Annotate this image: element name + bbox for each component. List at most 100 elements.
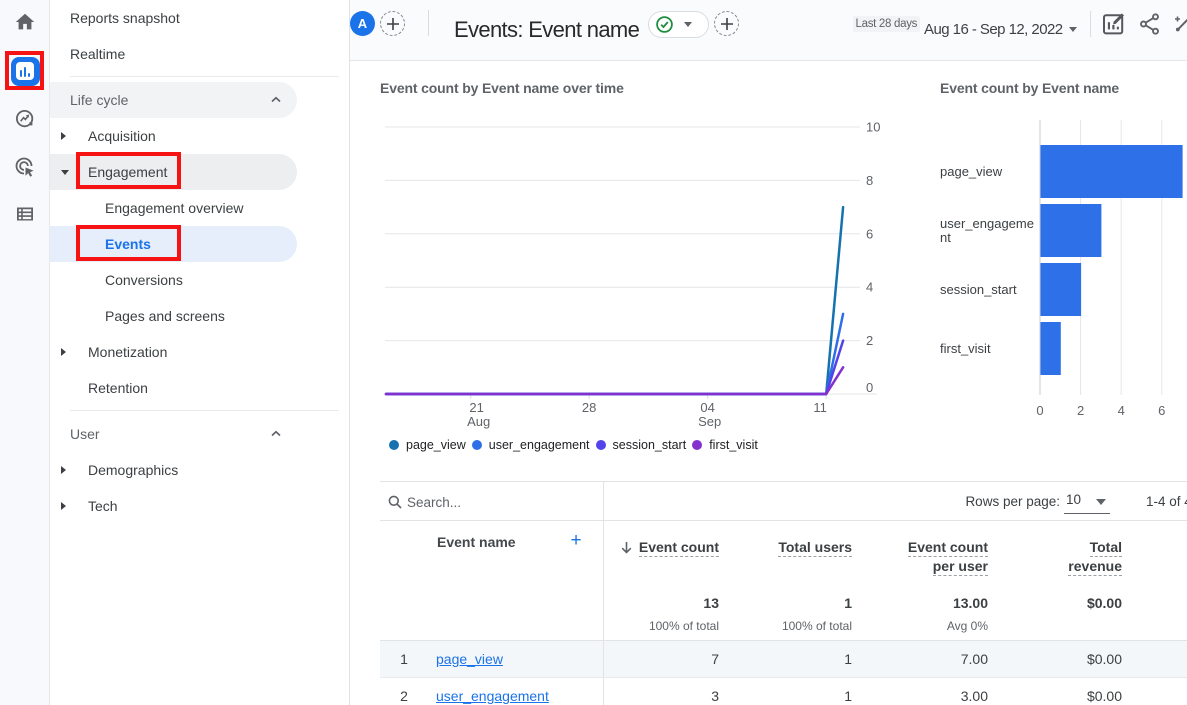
table-header: Event name + Event countTotal usersEvent…	[380, 521, 1187, 641]
sidebar-item-life-cycle[interactable]: Life cycle	[50, 82, 297, 118]
report-status-button[interactable]	[648, 11, 709, 38]
sidebar-item-acquisition[interactable]: Acquisition	[50, 118, 349, 154]
svg-text:11: 11	[813, 400, 827, 415]
svg-text:2: 2	[866, 333, 873, 348]
sidebar-item-monetization[interactable]: Monetization	[50, 334, 349, 370]
sidebar-item-label: Conversions	[50, 272, 183, 288]
bar-label-page_view: page_view	[940, 145, 1034, 198]
table-row-user_engagement: 2user_engagement313.00$0.00	[380, 678, 1187, 705]
line-chart-title: Event count by Event name over time	[380, 80, 624, 96]
sidebar-item-engagement-overview[interactable]: Engagement overview	[50, 190, 349, 226]
cell-value: $0.00	[962, 641, 1122, 678]
event-name-link[interactable]: page_view	[436, 641, 503, 678]
svg-text:6: 6	[1158, 403, 1165, 418]
insights-button[interactable]	[1174, 12, 1187, 36]
triangle-right-icon[interactable]	[61, 466, 66, 474]
bar-label-user_engagement: user_engagement	[940, 204, 1034, 257]
comparison-avatar[interactable]: A	[350, 11, 375, 36]
nav-home-button[interactable]	[0, 2, 50, 42]
svg-text:2: 2	[1077, 403, 1084, 418]
legend-dot	[389, 440, 399, 450]
table-column-divider	[603, 482, 604, 705]
legend-item-page_view: page_view	[389, 438, 466, 452]
nav-library-button[interactable]	[0, 194, 50, 234]
triangle-right-icon[interactable]	[61, 348, 66, 356]
triangle-down-icon[interactable]	[61, 170, 69, 175]
column-header-event-name[interactable]: Event name	[437, 534, 516, 550]
triangle-right-icon[interactable]	[61, 132, 66, 140]
legend-label: user_engagement	[489, 438, 590, 452]
page-title: Events: Event name	[454, 0, 639, 61]
add-report-button[interactable]	[714, 11, 739, 36]
sidebar-item-user[interactable]: User	[50, 416, 349, 452]
header-divider-2	[1090, 11, 1091, 37]
table-row-page_view: 1page_view717.00$0.00	[380, 641, 1187, 678]
advertising-icon	[14, 156, 36, 178]
svg-text:Aug: Aug	[467, 414, 490, 429]
add-comparison-button[interactable]	[380, 11, 405, 36]
header-divider	[428, 10, 429, 36]
sidebar-item-tech[interactable]: Tech	[50, 488, 349, 524]
sidebar-item-pages-and-screens[interactable]: Pages and screens	[50, 298, 349, 334]
sidebar-item-conversions[interactable]: Conversions	[50, 262, 349, 298]
row-index: 2	[396, 678, 412, 705]
event-name-link[interactable]: user_engagement	[436, 678, 549, 705]
svg-text:Sep: Sep	[698, 414, 721, 429]
library-icon	[14, 203, 36, 225]
sidebar-item-events[interactable]: Events	[50, 226, 297, 262]
date-range-chip: Last 28 days	[853, 16, 920, 32]
legend-label: first_visit	[709, 438, 758, 452]
date-range-selector[interactable]: Aug 16 - Sep 12, 2022	[924, 0, 1063, 61]
legend-item-session_start: session_start	[596, 438, 687, 452]
customize-report-button[interactable]	[1101, 12, 1125, 36]
sidebar-divider	[70, 410, 339, 411]
sidebar-item-label: Engagement overview	[50, 200, 244, 216]
chevron-up-icon[interactable]	[271, 96, 279, 104]
column-header-total-revenue[interactable]: Totalrevenue	[962, 538, 1122, 576]
ga4-events-report: Reports snapshot Realtime Life cycleAcquis…	[0, 0, 1187, 705]
svg-text:04: 04	[700, 400, 714, 415]
chevron-up-icon[interactable]	[271, 430, 279, 438]
sidebar-item-retention[interactable]: Retention	[50, 370, 349, 406]
line-chart-legend: page_view user_engagement session_start fir…	[389, 438, 764, 452]
nav-advertising-button[interactable]	[0, 147, 50, 187]
app-navigation-rail	[0, 0, 50, 705]
sidebar-item-reports-snapshot[interactable]: Reports snapshot	[50, 0, 349, 36]
sidebar-item-label: Events	[50, 236, 151, 252]
sidebar-item-label: Reports snapshot	[50, 10, 180, 26]
report-header: A Events: Event name Last 28 days Aug 16…	[350, 0, 1187, 61]
chevron-down-icon	[1069, 27, 1077, 32]
svg-text:0: 0	[1036, 403, 1043, 418]
legend-item-user_engagement: user_engagement	[472, 438, 590, 452]
bar-label-session_start: session_start	[940, 263, 1034, 316]
share-report-button[interactable]	[1138, 12, 1162, 36]
reports-sidebar: Reports snapshot Realtime Life cycleAcquis…	[50, 0, 350, 705]
customize-report-icon	[1101, 12, 1125, 36]
totals-value: $0.00	[962, 595, 1122, 611]
bar-label-first_visit: first_visit	[940, 322, 1034, 375]
svg-text:6: 6	[866, 226, 873, 241]
sidebar-item-engagement[interactable]: Engagement	[50, 154, 297, 190]
nav-reports-button[interactable]	[0, 51, 50, 91]
svg-text:10: 10	[866, 120, 880, 135]
rows-per-page-label: Rows per page:	[380, 482, 1060, 521]
rows-per-page-select[interactable]: 10	[1064, 489, 1110, 514]
sidebar-item-demographics[interactable]: Demographics	[50, 452, 349, 488]
sidebar-divider	[70, 76, 339, 77]
legend-item-first_visit: first_visit	[692, 438, 758, 452]
nav-explore-button[interactable]	[0, 99, 50, 139]
legend-label: page_view	[406, 438, 466, 452]
sidebar-item-label: Demographics	[50, 462, 178, 478]
explore-icon	[14, 108, 36, 130]
pagination-range: 1-4 of 4	[1146, 482, 1187, 521]
chevron-down-icon	[684, 22, 692, 27]
svg-text:8: 8	[866, 173, 873, 188]
table-toolbar: Rows per page: 10 1-4 of 4	[380, 482, 1187, 521]
sidebar-item-realtime[interactable]: Realtime	[50, 36, 349, 72]
sidebar-item-label: Pages and screens	[50, 308, 225, 324]
check-circle-icon	[656, 16, 673, 33]
sidebar-item-label: Monetization	[50, 344, 167, 360]
triangle-right-icon[interactable]	[61, 502, 66, 510]
svg-text:0: 0	[866, 380, 873, 395]
sort-descending-icon	[620, 540, 633, 559]
